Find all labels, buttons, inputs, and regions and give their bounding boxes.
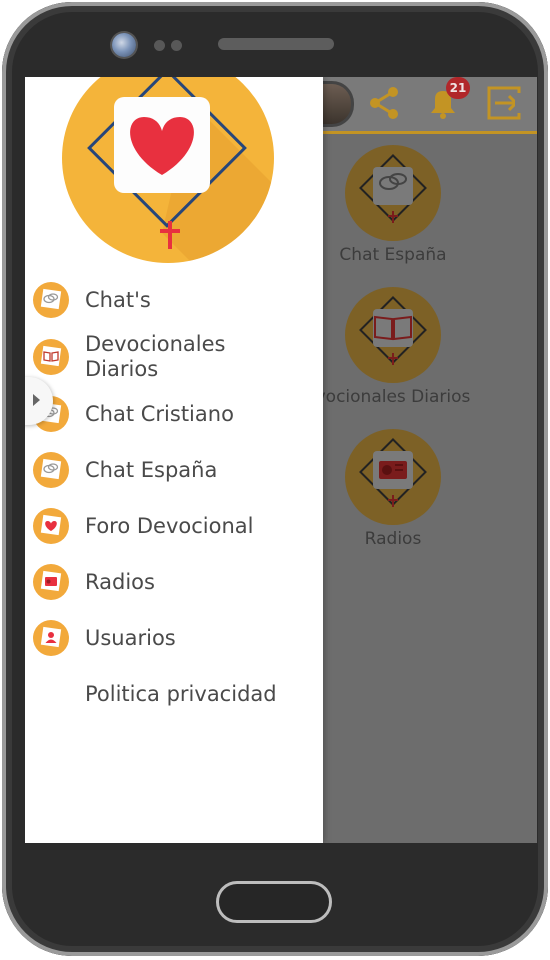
menu-item-label: Chat's xyxy=(85,287,151,312)
tile-label: vocionales Diarios xyxy=(315,387,471,407)
menu-item-chat-cristiano[interactable]: Chat Cristiano xyxy=(33,396,319,432)
chat-icon xyxy=(33,452,69,488)
menu-item-label: Usuarios xyxy=(85,625,176,650)
menu-item-label: Chat España xyxy=(85,457,218,482)
heart-icon xyxy=(33,508,69,544)
book-icon xyxy=(345,287,441,383)
avatar-icon[interactable] xyxy=(323,81,354,127)
tile-devocionales[interactable]: vocionales Diarios xyxy=(308,287,478,407)
menu-item-label-line2: Diarios xyxy=(85,357,159,381)
sensor-dot xyxy=(171,40,182,51)
menu-item-label: Chat Cristiano xyxy=(85,401,234,426)
menu-item-chats[interactable]: Chat's xyxy=(33,282,319,318)
menu-item-label: Devocionales Diarios xyxy=(85,332,225,382)
logout-icon[interactable] xyxy=(485,83,525,123)
app-screen: 21 Chat España vocionales Diarios Radios… xyxy=(25,77,537,843)
menu-item-label-line1: Devocionales xyxy=(85,332,226,356)
menu-item-label: Politica privacidad xyxy=(85,681,277,706)
book-icon xyxy=(33,339,69,375)
chat-icon xyxy=(33,282,69,318)
menu-item-label: Radios xyxy=(85,569,155,594)
home-button[interactable] xyxy=(216,881,332,923)
heart-rosary-icon xyxy=(62,77,274,263)
menu-item-devocionales[interactable]: Devocionales Diarios xyxy=(33,332,319,382)
tile-radios[interactable]: Radios xyxy=(308,429,478,549)
radio-icon xyxy=(33,564,69,600)
tile-chat-espana[interactable]: Chat España xyxy=(308,145,478,265)
menu-item-radios[interactable]: Radios xyxy=(33,564,319,600)
notification-count-badge: 21 xyxy=(446,77,470,99)
menu-item-chat-espana[interactable]: Chat España xyxy=(33,452,319,488)
sensor-dot xyxy=(154,40,165,51)
front-camera-icon xyxy=(112,33,136,57)
chevron-right-icon xyxy=(33,394,40,406)
tile-label: Radios xyxy=(364,529,422,549)
app-bar: 21 xyxy=(323,77,537,134)
menu-item-usuarios[interactable]: Usuarios xyxy=(33,620,319,656)
speaker-grille xyxy=(218,38,334,50)
menu-icon-spacer xyxy=(33,676,69,712)
share-icon[interactable] xyxy=(365,83,405,123)
tile-label: Chat España xyxy=(339,245,447,265)
users-icon xyxy=(33,620,69,656)
menu-item-politica-privacidad[interactable]: Politica privacidad xyxy=(33,676,319,712)
navigation-drawer: Chat's Devocionales Diarios Chat Cristia… xyxy=(25,77,323,843)
chat-icon xyxy=(345,145,441,241)
menu-item-foro-devocional[interactable]: Foro Devocional xyxy=(33,508,319,544)
radio-icon xyxy=(345,429,441,525)
menu-item-label: Foro Devocional xyxy=(85,513,254,538)
